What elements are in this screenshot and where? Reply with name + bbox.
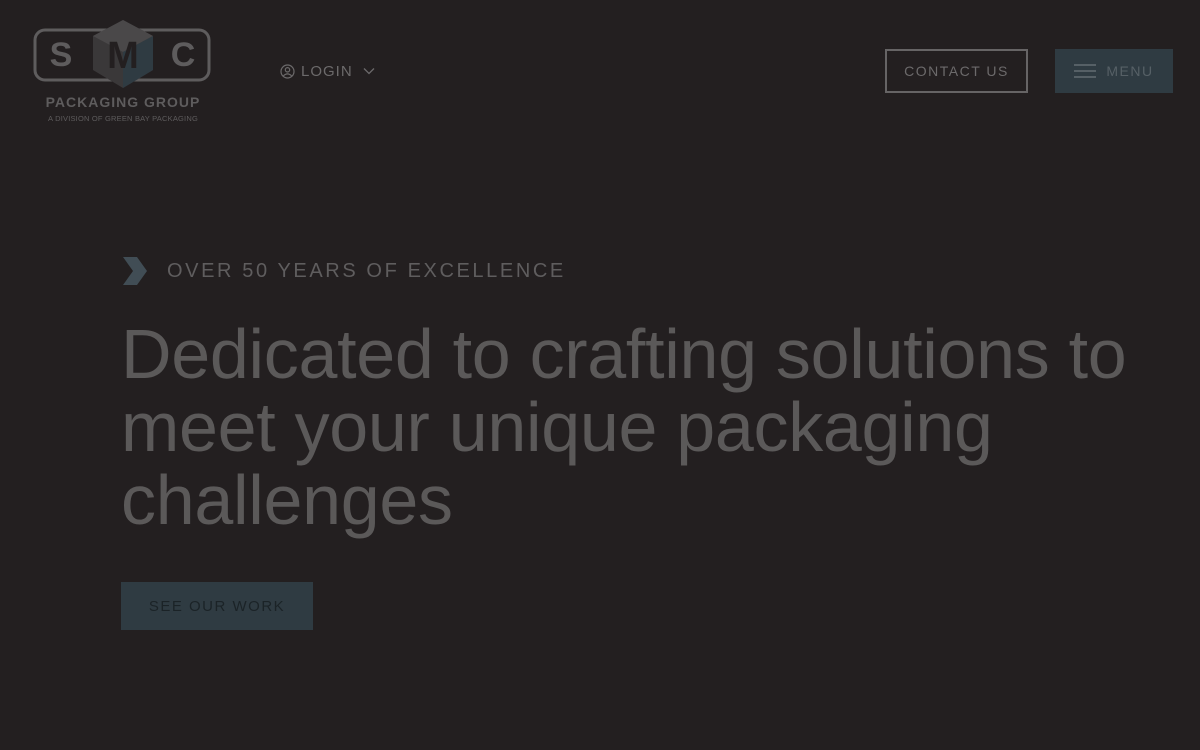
logo-tagline: PACKAGING GROUP [45, 94, 201, 110]
chevron-down-icon [363, 68, 375, 75]
logo-letter-m: M [107, 35, 139, 77]
hero-eyebrow: OVER 50 YEARS OF EXCELLENCE [123, 257, 566, 285]
login-label: LOGIN [301, 62, 353, 80]
logo-letter-c: C [171, 36, 196, 74]
cube-logo-icon: S M C [33, 20, 211, 88]
logo-letter-s: S [50, 36, 73, 74]
contact-us-button[interactable]: CONTACT US [885, 49, 1028, 93]
see-our-work-button[interactable]: SEE OUR WORK [121, 582, 313, 630]
chevron-right-icon [123, 257, 147, 285]
user-circle-icon [280, 63, 295, 79]
logo-subline: A DIVISION OF GREEN BAY PACKAGING [48, 114, 198, 123]
login-dropdown[interactable]: LOGIN [280, 60, 375, 82]
hamburger-icon [1074, 64, 1097, 78]
menu-label: MENU [1106, 63, 1154, 79]
site-logo[interactable]: S M C PACKAGING GROUP A DIVISION OF GREE… [33, 18, 213, 126]
menu-button[interactable]: MENU [1055, 49, 1173, 93]
eyebrow-text: OVER 50 YEARS OF EXCELLENCE [167, 259, 566, 282]
hero-headline: Dedicated to crafting solutions to meet … [121, 315, 1127, 539]
